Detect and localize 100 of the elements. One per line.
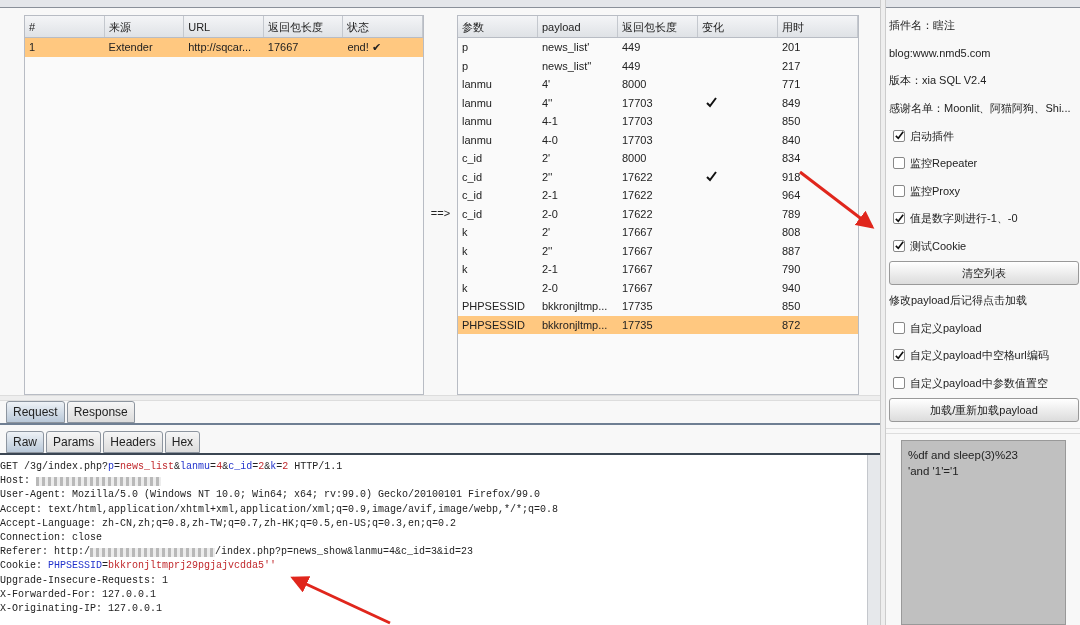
table-cell-text: lanmu: [461, 132, 493, 148]
table-row[interactable]: lanmu 4'' 17703 849: [458, 93, 858, 112]
tab[interactable]: Params: [46, 431, 102, 453]
table-cell-text: lanmu: [461, 114, 493, 129]
table-cell-text: 872: [781, 317, 802, 333]
tab[interactable]: Headers: [103, 431, 163, 453]
request-text: Connection: close: [0, 530, 103, 545]
table-cell-text: c_id: [461, 188, 484, 203]
column-header[interactable]: 返回包长度: [263, 16, 344, 37]
column-header[interactable]: 用时: [778, 16, 858, 37]
request-text: =: [102, 559, 109, 574]
table-cell-text: 918: [781, 169, 802, 185]
checkbox-label: 值是数字则进行-1、-0: [910, 211, 1018, 226]
table-cell-text: lanmu: [461, 95, 493, 111]
checkbox[interactable]: 启动插件: [889, 122, 1079, 150]
table-cell-text: 887: [781, 243, 802, 259]
payload-textarea[interactable]: %df and sleep(3)%23 'and '1'='1: [901, 439, 1066, 625]
table-row[interactable]: lanmu 4-1 17703 850: [458, 112, 858, 131]
checkbox[interactable]: 自定义payload中空格url编码: [889, 341, 1079, 369]
request-text: =: [276, 460, 283, 474]
table-cell-text: 2-0: [541, 280, 559, 296]
panel-button[interactable]: 加载/重新加载payload: [889, 398, 1079, 422]
column-header[interactable]: 返回包长度: [618, 16, 698, 37]
table-cell-text: 790: [781, 262, 802, 277]
table-row[interactable]: lanmu 4-0 17703 840: [458, 130, 858, 149]
request-text: Accept: text/html,application/xhtml+xml,application/xml;q=0.9,image/avif,image/webp,*/*;q=0.8: [0, 502, 559, 517]
table-row[interactable]: p news_list'' 449 217: [458, 56, 858, 75]
table-cell-text: c_id: [461, 151, 484, 166]
table-cell-text: 4': [541, 77, 552, 92]
checkbox[interactable]: 自定义payload中参数值置空: [889, 369, 1079, 397]
column-header[interactable]: URL: [184, 16, 264, 37]
panel-button[interactable]: 清空列表: [889, 261, 1079, 285]
request-text: Cookie:: [0, 559, 43, 574]
table-cell-text: 17703: [621, 114, 654, 129]
table-row[interactable]: c_id 2-0 17622 789: [458, 204, 858, 223]
table-cell-text: p: [461, 58, 470, 74]
tab[interactable]: Response: [66, 401, 135, 423]
table-row[interactable]: p news_list' 449 201: [458, 38, 858, 57]
table-cell-text: 964: [781, 188, 802, 203]
info-text: 版本：xia SQL V2.4: [889, 73, 988, 88]
table-row[interactable]: k 2-1 17667 790: [458, 260, 858, 279]
request-text: User-Agent: Mozilla/5.0 (Windows NT 10.0; Win64; x64; rv:99.0) Gecko/20100101 Firefox/99.0: [0, 488, 541, 503]
table-cell-text: k: [461, 262, 469, 277]
table-row[interactable]: k 2'' 17667 887: [458, 241, 858, 260]
request-text: =: [114, 460, 121, 474]
check-icon: [894, 131, 904, 141]
column-header[interactable]: 来源: [104, 16, 185, 37]
request-text: &: [174, 460, 181, 474]
column-header[interactable]: payload: [538, 16, 618, 37]
table-cell-text: 217: [781, 58, 802, 74]
request-text: HTTP/1.1: [293, 460, 343, 474]
checkbox-label: 自定义payload中参数值置空: [910, 375, 1048, 391]
column-header[interactable]: 状态: [343, 16, 423, 37]
scrollbar[interactable]: [867, 455, 880, 625]
table-row[interactable]: c_id 2-1 17622 964: [458, 186, 858, 205]
table-cell-text: 17735: [621, 317, 654, 333]
table-row[interactable]: lanmu 4' 8000 771: [458, 75, 858, 94]
table-cell-text: 201: [781, 40, 802, 55]
table-cell-text: 840: [781, 132, 802, 148]
column-header[interactable]: 参数: [458, 16, 538, 37]
table-row[interactable]: 1 Extender http://sqcar... 17667 end! ✔: [25, 38, 423, 57]
table-cell-text: 2': [541, 225, 552, 240]
table-cell-text: 850: [781, 299, 802, 314]
checkbox[interactable]: 监控Proxy: [889, 177, 1079, 205]
table-cell-text: end! ✔: [346, 40, 382, 55]
arrow-label: ==>: [429, 206, 452, 221]
checkbox-label: 监控Proxy: [910, 183, 961, 199]
info-text: blog:www.nmd5.com: [889, 45, 992, 61]
request-text: 4: [216, 460, 223, 474]
table-cell-text: 808: [781, 225, 802, 240]
checkbox-label: 自定义payload: [910, 320, 982, 336]
table-row[interactable]: c_id 2' 8000 834: [458, 149, 858, 168]
table-cell-text: 2-0: [541, 206, 559, 222]
tab[interactable]: Hex: [164, 431, 201, 453]
checkbox[interactable]: 自定义payload: [889, 314, 1079, 342]
column-header[interactable]: 变化: [698, 16, 778, 37]
tab[interactable]: Request: [6, 401, 65, 423]
table-row[interactable]: PHPSESSID bkkronjltmp... 17735 850: [458, 297, 858, 316]
table-cell-text: PHPSESSID: [461, 299, 526, 314]
request-text: p: [108, 460, 115, 474]
table-cell-text: p: [461, 40, 470, 55]
check-icon: [894, 213, 904, 223]
table-row[interactable]: c_id 2'' 17622 918: [458, 167, 858, 186]
table-cell-text: 17622: [621, 206, 654, 222]
request-text: bkkronjltmprj29pgjajvcdda5'': [108, 559, 277, 574]
request-text: Host:: [0, 474, 31, 489]
check-icon: [894, 241, 904, 251]
table-cell-text: 834: [781, 151, 802, 166]
table-row[interactable]: k 2' 17667 808: [458, 223, 858, 242]
checkbox[interactable]: 测试Cookie: [889, 232, 1079, 260]
table-row[interactable]: PHPSESSID bkkronjltmp... 17735 872: [458, 315, 858, 334]
checkbox[interactable]: 值是数字则进行-1、-0: [889, 204, 1079, 232]
checkbox[interactable]: 监控Repeater: [889, 149, 1079, 177]
table-row[interactable]: k 2-0 17667 940: [458, 278, 858, 297]
tab[interactable]: Raw: [6, 431, 44, 453]
table-cell-text: 2'': [541, 169, 554, 185]
payload-line: %df and sleep(3)%23: [908, 447, 1019, 463]
table-cell-text: c_id: [461, 206, 484, 222]
column-header[interactable]: #: [25, 16, 105, 37]
table-cell-text: Extender: [107, 40, 154, 55]
